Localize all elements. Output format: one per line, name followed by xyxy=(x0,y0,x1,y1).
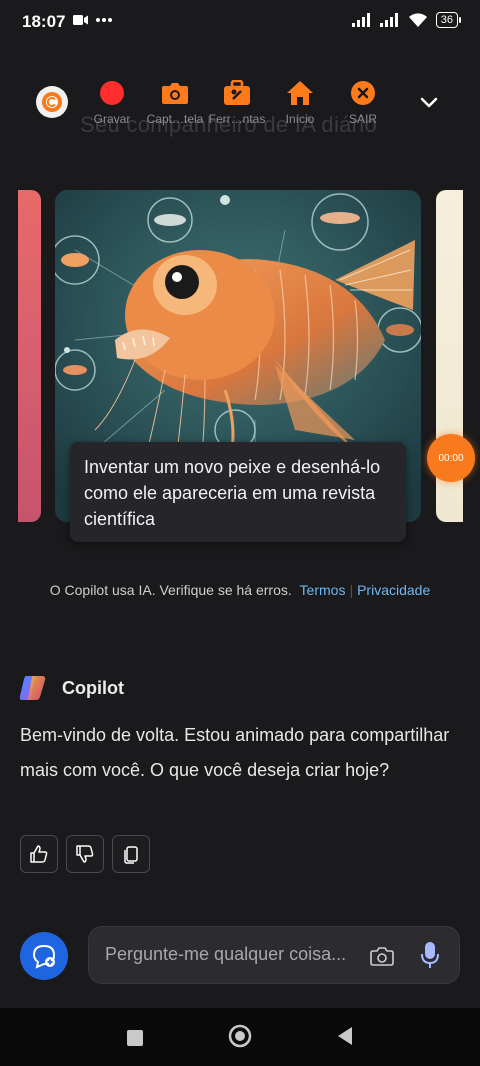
recorder-logo[interactable] xyxy=(36,86,68,118)
recorder-logo-icon xyxy=(42,92,62,112)
home-nav-button[interactable] xyxy=(228,1024,252,1053)
signal-icon xyxy=(379,13,398,27)
collapse-button[interactable] xyxy=(416,90,442,116)
composer xyxy=(88,926,460,984)
close-circle-icon xyxy=(351,81,375,105)
like-button[interactable] xyxy=(20,835,58,873)
exit-button[interactable]: SAIR xyxy=(331,78,395,126)
video-icon xyxy=(73,15,88,25)
link-divider: | xyxy=(349,582,354,598)
screenshot-label: Capt…tela xyxy=(146,112,204,126)
disclaimer: O Copilot usa IA. Verifique se há erros.… xyxy=(0,582,480,598)
camera-icon xyxy=(370,947,394,966)
exit-label: SAIR xyxy=(348,112,377,126)
toolbox-icon xyxy=(224,80,250,105)
record-icon xyxy=(100,81,124,105)
message-header: Copilot xyxy=(18,674,124,702)
camera-icon xyxy=(162,83,188,104)
carousel-card-previous[interactable] xyxy=(18,190,41,522)
copy-icon xyxy=(124,846,138,864)
message-actions xyxy=(20,835,150,873)
assistant-message: Bem-vindo de volta. Estou animado para c… xyxy=(20,725,450,780)
chevron-down-icon xyxy=(420,97,438,108)
wifi-icon xyxy=(408,12,427,27)
copy-button[interactable] xyxy=(112,835,150,873)
copilot-logo-icon xyxy=(19,676,46,700)
disclaimer-text: O Copilot usa IA. Verifique se há erros. xyxy=(49,582,292,598)
thumbs-up-icon xyxy=(30,845,48,863)
new-chat-icon xyxy=(32,944,56,969)
tools-button[interactable]: Ferr…ntas xyxy=(205,78,269,126)
recents-button[interactable] xyxy=(126,1029,144,1052)
terms-link[interactable]: Termos xyxy=(300,582,346,598)
back-triangle-icon xyxy=(338,1027,352,1045)
microphone-button[interactable] xyxy=(419,940,441,970)
home-toolbar-label: Início xyxy=(285,112,315,126)
back-button[interactable] xyxy=(336,1026,354,1051)
sender-name: Copilot xyxy=(62,677,124,698)
record-button[interactable]: Gravar xyxy=(80,78,144,126)
carousel-caption[interactable]: Inventar um novo peixe e desenhá-lo como… xyxy=(70,442,406,542)
home-toolbar-button[interactable]: Início xyxy=(268,78,332,126)
dislike-button[interactable] xyxy=(66,835,104,873)
message-input[interactable] xyxy=(103,943,357,966)
microphone-icon xyxy=(421,942,439,968)
record-label: Gravar xyxy=(93,112,131,126)
status-bar: 18:07 36 xyxy=(0,0,480,44)
camera-button[interactable] xyxy=(369,943,395,969)
caption-text: Inventar um novo peixe e desenhá-lo como… xyxy=(84,457,381,529)
system-nav-bar xyxy=(0,1008,480,1066)
battery-icon: 36 xyxy=(435,12,462,28)
signal-icon xyxy=(351,13,370,27)
privacy-link[interactable]: Privacidade xyxy=(357,582,430,598)
recents-square-icon xyxy=(127,1030,143,1046)
thumbs-down-icon xyxy=(76,845,94,863)
recording-timer[interactable]: 00:00 xyxy=(427,434,475,482)
tools-label: Ferr…ntas xyxy=(208,112,266,126)
screenshot-button[interactable]: Capt…tela xyxy=(143,78,207,126)
new-chat-button[interactable] xyxy=(20,932,68,980)
more-dots-icon xyxy=(96,18,112,22)
home-icon xyxy=(287,81,313,105)
status-time: 18:07 xyxy=(22,12,66,31)
home-circle-icon xyxy=(228,1024,252,1048)
